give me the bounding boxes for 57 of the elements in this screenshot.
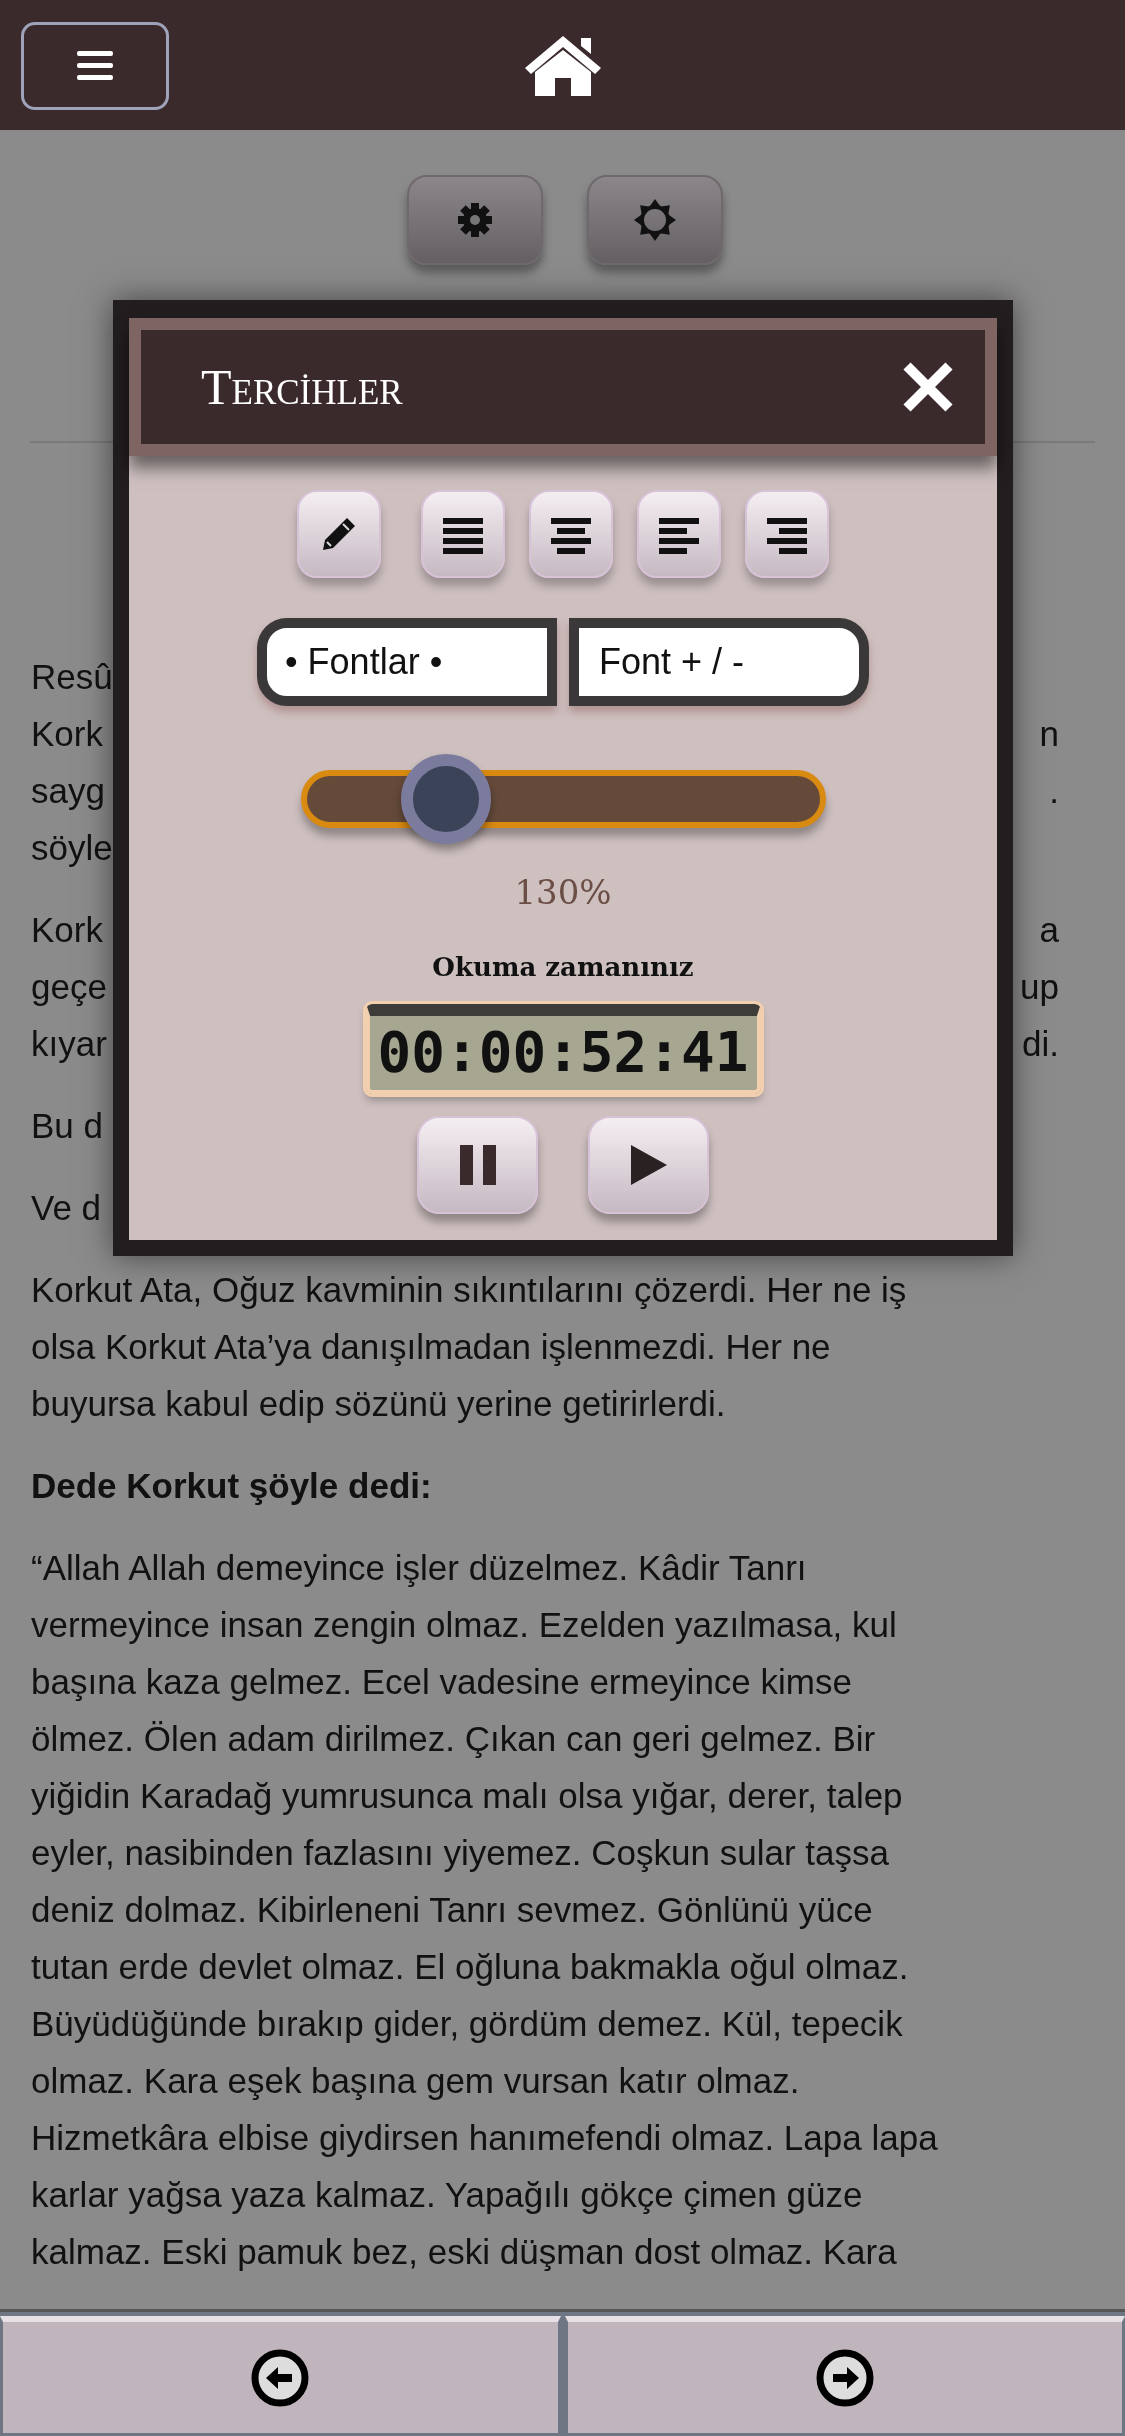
- zoom-slider[interactable]: [300, 754, 826, 844]
- text-fragment: n: [1039, 713, 1059, 755]
- text-fragment: sayg: [31, 770, 105, 812]
- menu-button[interactable]: [21, 22, 169, 110]
- align-button[interactable]: [745, 490, 829, 578]
- text-line: Büyüdüğünde bırakıp gider, gördüm demez. Kül, tepecik: [31, 2003, 904, 2045]
- text-line: yiğidin Karadağ yumrusunca malı olsa yığar, derer, talep: [31, 1775, 904, 1817]
- font-select[interactable]: • Fontlar •: [257, 618, 557, 706]
- play-icon: [628, 1143, 669, 1187]
- text-fragment: kıyar: [31, 1023, 107, 1065]
- text-line: başına kaza gelmez. Ecel vadesine ermeyince kimse: [31, 1661, 853, 1703]
- zoom-reading: 130%: [514, 872, 612, 912]
- text-fragment: Bu d: [31, 1105, 103, 1147]
- text-line: olmaz. Kara eşek başına gem vursan katır olmaz.: [31, 2060, 801, 2102]
- timer-label: Okuma zamanınız: [432, 952, 694, 982]
- text-line: eyler, nasibinden fazlasını yiyemez. Coşkun sular taşsa: [31, 1832, 890, 1874]
- text-fragment: Kork: [31, 909, 103, 951]
- timer-display: 00:00:52:41: [365, 1004, 761, 1094]
- arrow-right-icon: [814, 2347, 875, 2408]
- text-line: ölmez. Ölen adam dirilmez. Çıkan can geri gelmez. Bir: [31, 1718, 877, 1760]
- align-button[interactable]: [421, 490, 505, 578]
- text-line: kalmaz. Eski pamuk bez, eski düşman dost olmaz. Kara: [31, 2231, 898, 2273]
- text-fragment: Resû: [31, 656, 113, 698]
- section-heading: Dede Korkut şöyle dedi:: [31, 1465, 433, 1507]
- sun-icon: [633, 198, 677, 242]
- text-line: tutan erde devlet olmaz. El oğluna bakmakla oğul olmaz.: [31, 1946, 910, 1988]
- text-fragment: Kork: [31, 713, 103, 755]
- menu-icon: [77, 51, 113, 81]
- text-fragment: geçe: [31, 966, 107, 1008]
- text-line: olsa Korkut Ata’ya danışılmadan işlenmezdi. Her ne: [31, 1326, 832, 1368]
- brightness-button[interactable]: [587, 175, 723, 265]
- settings-button[interactable]: [407, 175, 543, 265]
- next-button[interactable]: [564, 2316, 1125, 2436]
- text-fragment: di.: [1022, 1023, 1059, 1065]
- text-fragment: .: [1049, 770, 1059, 812]
- pause-button[interactable]: [417, 1116, 538, 1214]
- text-line: buyursa kabul edip sözünü yerine getirirlerdi.: [31, 1383, 727, 1425]
- previous-button[interactable]: [0, 2316, 561, 2436]
- arrow-left-icon: [250, 2347, 311, 2408]
- text-fragment: a: [1039, 909, 1059, 951]
- edit-button[interactable]: [297, 490, 381, 578]
- text-line: deniz dolmaz. Kibirleneni Tanrı sevmez. Gönlünü yüce: [31, 1889, 874, 1931]
- text-fragment: Ve d: [31, 1187, 102, 1229]
- font-size-button[interactable]: Font + / -: [569, 618, 869, 706]
- text-fragment: söyle: [31, 827, 113, 869]
- text-line: karlar yağsa yaza kalmaz. Yapağılı gökçe çimen güze: [31, 2174, 864, 2216]
- dialog-title: Tercihler: [201, 358, 403, 416]
- text-line: Korkut Ata, Oğuz kavminin sıkıntılarını çözerdi. Her ne iş: [31, 1269, 908, 1311]
- text-line: “Allah Allah demeyince işler düzelmez. Kâdir Tanrı: [31, 1547, 808, 1589]
- text-fragment: up: [1020, 966, 1059, 1008]
- text-line: Hizmetkâra elbise giydirsen hanımefendi olmaz. Lapa lapa: [31, 2117, 939, 2159]
- play-button[interactable]: [588, 1116, 709, 1214]
- settings-icon: [457, 202, 493, 238]
- close-icon[interactable]: [901, 360, 955, 414]
- align-button[interactable]: [529, 490, 613, 578]
- align-button[interactable]: [637, 490, 721, 578]
- text-line: vermeyince insan zengin olmaz. Ezelden yazılmasa, kul: [31, 1604, 898, 1646]
